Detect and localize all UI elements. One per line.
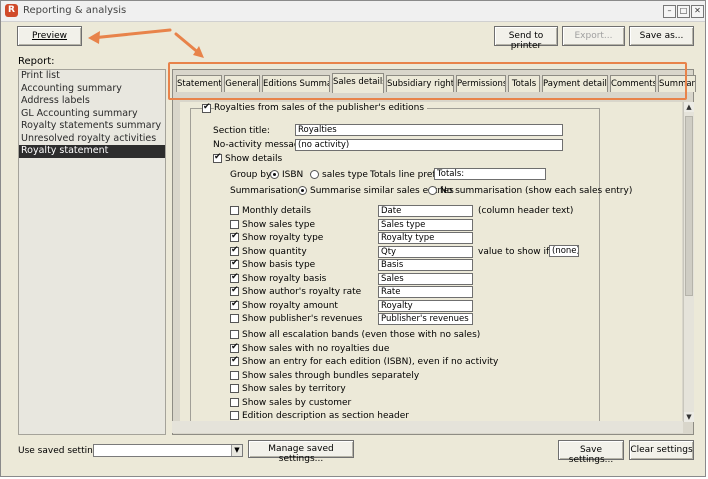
show-details-label: Show details (225, 154, 283, 164)
column-header-input[interactable]: Sales (378, 272, 473, 285)
group-isbn-radio[interactable] (270, 170, 279, 179)
report-item[interactable]: Print list (19, 70, 165, 83)
detail-row-label: Show royalty basis (242, 273, 327, 284)
option-checkbox[interactable] (230, 370, 239, 380)
report-item[interactable]: GL Accounting summary (19, 108, 165, 121)
detail-row-checkbox[interactable] (230, 314, 239, 323)
scroll-up-icon[interactable]: ▲ (684, 102, 694, 112)
report-item[interactable]: Royalty statements summary (19, 120, 165, 133)
no-summarisation-radio[interactable] (428, 186, 437, 195)
show-details-checkbox[interactable] (213, 152, 222, 163)
section-title-input[interactable]: Royalties (295, 124, 563, 136)
maximize-icon[interactable]: □ (677, 5, 690, 18)
minimize-icon[interactable]: – (663, 5, 676, 18)
detail-row-checkbox[interactable] (230, 206, 239, 215)
detail-row-checkbox[interactable] (230, 219, 239, 229)
chevron-down-icon[interactable]: ▼ (231, 445, 242, 456)
send-to-printer-button[interactable]: Send to printer (494, 26, 558, 51)
column-header-input[interactable]: Sales type (378, 218, 473, 231)
window-title: Reporting & analysis (23, 5, 127, 16)
save-as-button[interactable]: Save as... (629, 26, 694, 46)
manage-saved-button[interactable]: Manage saved settings... (248, 440, 354, 464)
option-label: Show sales by territory (242, 384, 346, 394)
detail-row-label: Show publisher's revenues (242, 314, 363, 324)
detail-row-label: Show author's royalty rate (242, 287, 362, 297)
export-button[interactable]: Export... (562, 26, 625, 46)
detail-row-checkbox[interactable] (230, 245, 239, 256)
horizontal-scrollbar[interactable] (172, 421, 683, 433)
option-label: Show sales through bundles separately (242, 370, 420, 381)
detail-row-label: Show basis type (242, 260, 316, 270)
report-item[interactable]: Address labels (19, 95, 165, 108)
summarisation-label: Summarisation: (230, 186, 302, 196)
scroll-thumb[interactable] (685, 116, 693, 296)
option-label: Show sales by customer (242, 397, 352, 408)
option-checkbox[interactable] (230, 411, 239, 420)
option-checkbox[interactable] (230, 397, 239, 407)
no-activity-input[interactable]: (no activity) (295, 139, 563, 151)
group-by-label: Group by: (230, 170, 274, 180)
group-sales-type-label: sales type (322, 170, 368, 180)
group-sales-type-radio[interactable] (310, 170, 319, 179)
scroll-down-icon[interactable]: ▼ (684, 412, 694, 422)
tab-bar-highlight (168, 62, 687, 100)
option-label: Edition description as section header (242, 411, 409, 421)
column-header-input[interactable]: Date (378, 205, 473, 217)
column-header-input[interactable]: Royalty type (378, 232, 473, 244)
option-label: Show all escalation bands (even those wi… (242, 330, 481, 340)
no-activity-label: No-activity message: (213, 140, 309, 150)
close-icon[interactable]: ✕ (691, 5, 704, 18)
option-checkbox[interactable] (230, 355, 239, 366)
group-isbn-label: ISBN (282, 170, 304, 180)
option-checkbox[interactable] (230, 384, 239, 393)
report-item[interactable]: Accounting summary (19, 83, 165, 96)
detail-row-label: Show quantity (242, 246, 307, 257)
option-checkbox[interactable] (230, 330, 239, 339)
detail-row-checkbox[interactable] (230, 231, 239, 242)
value-if-zero-input[interactable]: (none) (549, 245, 579, 257)
detail-row-checkbox[interactable] (230, 272, 239, 283)
no-summarisation-label: No summarisation (show each sales entry) (440, 186, 633, 196)
detail-row-label: Show royalty amount (242, 300, 338, 311)
royalties-section-checkbox[interactable] (202, 102, 211, 113)
column-header-input[interactable]: Basis (378, 259, 473, 271)
detail-row-checkbox[interactable] (230, 285, 239, 296)
tab-content: Royalties from sales of the publisher's … (180, 102, 682, 422)
vertical-scrollbar[interactable]: ▲ ▼ (683, 102, 694, 422)
title-bar: R Reporting & analysis – □ ✕ (1, 1, 705, 22)
totals-prefix-input[interactable]: Totals: (434, 168, 546, 180)
save-settings-button[interactable]: Save settings... (558, 440, 624, 465)
report-item[interactable]: Unresolved royalty activities (19, 133, 165, 146)
section-title-label: Section title: (213, 126, 270, 136)
summarise-similar-radio[interactable] (298, 186, 307, 195)
column-header-input[interactable]: Royalty (378, 299, 473, 312)
report-label: Report: (18, 56, 55, 67)
preview-button[interactable]: Preview (17, 26, 82, 46)
column-header-input[interactable]: Qty (378, 245, 473, 258)
saved-settings-combo[interactable]: ▼ (93, 444, 243, 457)
detail-row-label: Monthly details (242, 206, 311, 216)
detail-row-checkbox[interactable] (230, 299, 239, 310)
column-header-input[interactable]: Publisher's revenues (378, 313, 473, 325)
section-header: Royalties from sales of the publisher's … (214, 103, 428, 113)
detail-row-label: Show sales type (242, 219, 316, 230)
app-logo-icon: R (5, 4, 18, 17)
detail-row-label: Show royalty type (242, 233, 324, 243)
report-list: Print list Accounting summary Address labe… (18, 69, 166, 435)
clear-settings-button[interactable]: Clear settings (629, 440, 694, 460)
option-checkbox[interactable] (230, 342, 239, 353)
option-label: Show sales with no royalties due (242, 343, 390, 354)
detail-row-checkbox[interactable] (230, 258, 239, 269)
option-label: Show an entry for each edition (ISBN), e… (242, 357, 499, 367)
column-header-note: (column header text) (478, 206, 574, 216)
column-header-input[interactable]: Rate (378, 286, 473, 298)
preview-label: Preview (31, 31, 68, 41)
report-item[interactable]: Royalty statement (19, 145, 165, 158)
